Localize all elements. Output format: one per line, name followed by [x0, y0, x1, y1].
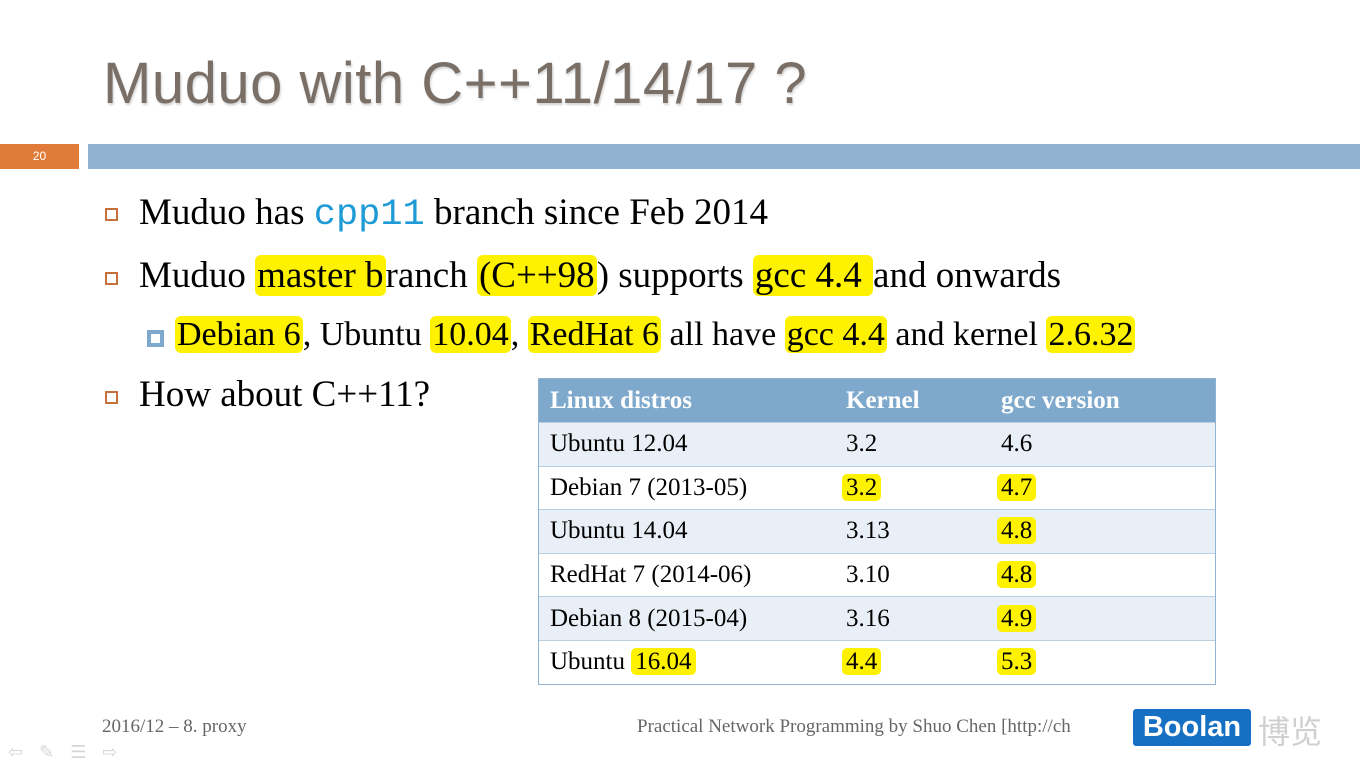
cell-gcc: 5.3 [997, 648, 1037, 676]
cell-kernel: 3.16 [846, 604, 890, 632]
cell-kernel: 3.13 [846, 517, 890, 545]
cell-gcc: 4.8 [997, 517, 1037, 545]
bullet-marker [105, 272, 118, 285]
slide-title: Muduo with C++11/14/17 ? [103, 51, 808, 116]
highlight-gcc44: gcc 4.4 [752, 255, 874, 296]
bullet-text: ) supports [596, 255, 753, 296]
sub-text: all have [661, 316, 785, 353]
bullet-text: ranch [385, 255, 477, 296]
sub-bullet-marker [147, 330, 164, 347]
highlight-1004: 10.04 [430, 316, 511, 353]
bullet-master-branch: Muduo master branch (C++98) supports gcc… [139, 254, 1061, 298]
highlight-redhat6: RedHat 6 [527, 316, 662, 353]
header-kernel: Kernel [846, 386, 920, 414]
slideshow-nav: ⇦ ✎ ☰ ⇨ [8, 742, 117, 763]
title-divider-bar [88, 144, 1360, 169]
slide-number: 20 [0, 144, 79, 169]
distro-table: Linux distros Kernel gcc version Ubuntu … [538, 378, 1216, 685]
cell-distro: Ubuntu 12.04 [550, 430, 688, 458]
footer-date: 2016/12 – 8. proxy [102, 716, 247, 737]
bullet-marker [105, 208, 118, 221]
sub-text: , Ubuntu [302, 316, 431, 353]
highlight-cpp98: (C++98 [476, 255, 597, 296]
bullet-cpp11-question: How about C++11? [139, 374, 431, 415]
sub-bullet-distros: Debian 6, Ubuntu 10.04, RedHat 6 all hav… [175, 313, 1136, 357]
bullet-text: branch since Feb 2014 [424, 192, 768, 233]
table-row: RedHat 7 (2014-06) 3.10 4.8 [539, 552, 1215, 597]
cell-distro: Ubuntu 14.04 [550, 517, 688, 545]
boolan-logo: Boolan [1133, 709, 1251, 746]
cell-kernel: 3.10 [846, 561, 890, 589]
pen-icon[interactable]: ✎ [39, 742, 54, 763]
highlight-debian6: Debian 6 [175, 316, 303, 353]
cell-gcc: 4.6 [1001, 430, 1033, 458]
prev-arrow-icon[interactable]: ⇦ [8, 742, 23, 763]
header-gcc: gcc version [1001, 386, 1120, 414]
bullet-cpp11-branch: Muduo has cpp11 branch since Feb 2014 [139, 191, 768, 237]
highlight-master: master b [255, 255, 386, 296]
cell-gcc: 4.9 [997, 604, 1037, 632]
cell-distro: RedHat 7 (2014-06) [550, 561, 752, 589]
header-distros: Linux distros [550, 386, 692, 414]
cell-kernel: 3.2 [842, 473, 882, 501]
sub-text: and kernel [886, 316, 1047, 353]
menu-icon[interactable]: ☰ [70, 742, 86, 763]
cell-kernel: 4.4 [842, 648, 882, 676]
cell-distro: Debian 7 (2013-05) [550, 473, 748, 501]
table-row: Debian 8 (2015-04) 3.16 4.9 [539, 596, 1215, 640]
highlight-kernel: 2.6.32 [1046, 316, 1136, 353]
cell-distro-version: 16.04 [631, 648, 696, 676]
table-row: Ubuntu 14.04 3.13 4.8 [539, 509, 1215, 553]
sub-text: , [510, 316, 528, 353]
cpp11-code: cpp11 [313, 194, 425, 236]
table-row: Ubuntu 16.04 4.4 5.3 [539, 639, 1215, 684]
highlight-gcc44-sub: gcc 4.4 [784, 316, 887, 353]
table-row: Ubuntu 12.04 3.2 4.6 [539, 422, 1215, 466]
next-arrow-icon[interactable]: ⇨ [102, 742, 117, 763]
table-header-row: Linux distros Kernel gcc version [539, 379, 1215, 422]
bullet-text: Muduo [139, 255, 256, 296]
table-row: Debian 7 (2013-05) 3.2 4.7 [539, 465, 1215, 510]
bullet-text: Muduo has [139, 192, 314, 233]
cell-kernel: 3.2 [846, 430, 878, 458]
cell-distro: Debian 8 (2015-04) [550, 604, 748, 632]
cell-distro: Ubuntu [550, 648, 632, 676]
cell-gcc: 4.7 [997, 473, 1037, 501]
boolan-cn-logo: 博览 [1258, 713, 1323, 751]
bullet-marker [105, 391, 118, 404]
bullet-text: and onwards [873, 255, 1062, 296]
footer-credit: Practical Network Programming by Shuo Ch… [637, 716, 1071, 737]
cell-gcc: 4.8 [997, 561, 1037, 589]
